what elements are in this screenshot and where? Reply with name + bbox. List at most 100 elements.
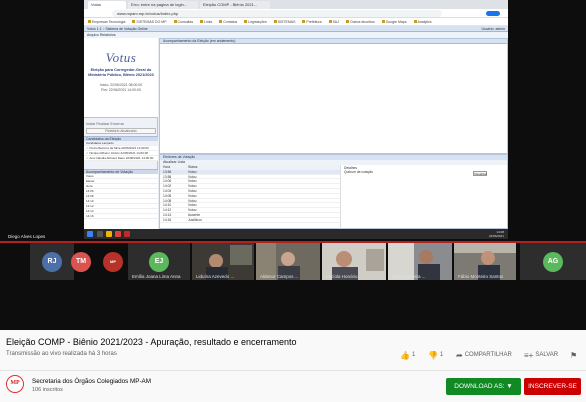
voters-panel: Eleitores da Votação Atualizar Lista Hor… xyxy=(159,154,508,230)
channel-name[interactable]: Secretaria dos Órgãos Colegiados MP-AM xyxy=(32,378,151,385)
bookmark[interactable]: Consultas xyxy=(174,20,194,24)
votus-logo-box: Votus Eleição para Corregedor-Geral do M… xyxy=(84,38,158,118)
bookmark[interactable]: Empresas Tecnologia xyxy=(88,20,125,24)
like-count: 1 xyxy=(411,352,416,358)
bookmark[interactable]: Contatos xyxy=(219,20,237,24)
thumbs-down-icon: 👎 xyxy=(428,350,438,360)
search-icon[interactable] xyxy=(97,231,103,237)
voters-table: Hora Status 13:56 Votou 13:58 Votou 14:00 Vo… xyxy=(160,165,340,223)
participant-name: Liduína Azevedo ... xyxy=(196,274,235,279)
bookmark[interactable]: Prefeitura xyxy=(302,20,321,24)
election-end: Fim: 22/06/2021 14:00:00 xyxy=(101,87,141,92)
subscriber-count: 106 inscritos xyxy=(32,387,63,393)
main-panel-title: Acompanhamento da Eleição (em andamento) xyxy=(160,39,507,44)
url-field[interactable]: www.mpam.mp.br/votus/index.php xyxy=(112,10,442,17)
participant-tile[interactable]: Aldenor Campos ... xyxy=(256,243,320,280)
browser-tab[interactable]: Votus xyxy=(88,1,126,9)
windows-taskbar: 14:08 22/06/2021 xyxy=(84,229,508,239)
like-button[interactable]: 👍 1 xyxy=(400,349,415,361)
participant-name: Emília Joana Lima Anna xyxy=(132,274,181,279)
participant-tile[interactable]: Lucíola Honório ... xyxy=(322,243,386,280)
divider xyxy=(0,370,586,371)
report-button[interactable]: Relatório Atualizado xyxy=(86,128,156,134)
votes-list: Votos Eleitor Hora 14:06 14:08 14:10 14:… xyxy=(84,174,158,229)
share-button[interactable]: ➦ COMPARTILHAR xyxy=(456,349,512,361)
folder-icon[interactable] xyxy=(106,231,112,237)
chrome-icon[interactable] xyxy=(115,231,121,237)
voter-row[interactable]: 14:16 Justificou xyxy=(160,218,340,223)
participant-name: Alda Nogueira ... xyxy=(392,274,426,279)
profile-icon[interactable] xyxy=(486,11,500,16)
participant-tile[interactable]: AG xyxy=(520,243,586,280)
app-user: Usuário: admin xyxy=(481,27,505,31)
flag-icon: ⚑ xyxy=(570,350,578,360)
playlist-add-icon: ≡+ xyxy=(524,350,534,360)
video-info: Eleição COMP - Biênio 2021/2023 - Apuraç… xyxy=(0,330,586,402)
participant-avatar: EJ xyxy=(149,251,169,272)
video-subline: Transmissão ao vivo realizada há 3 horas xyxy=(6,351,117,357)
participant-tile[interactable]: Alda Nogueira ... xyxy=(388,243,452,280)
download-button[interactable]: DOWNLOAD AS: ▼ xyxy=(446,378,521,395)
candidates-table: Candidatos Lançado ✓Pedro Bezerra da Sil… xyxy=(84,141,158,161)
thumbs-up-icon: 👍 xyxy=(400,350,410,360)
video-player[interactable]: Votus Erro: entre na pagina de login... … xyxy=(0,0,586,330)
presenter-name: Diego Alves Lopes xyxy=(8,234,46,239)
candidate-name: Ana Cláudia Abboud Daou 22/06/2021 14:00… xyxy=(89,156,154,160)
election-main-panel: Acompanhamento da Eleição (em andamento) xyxy=(159,38,508,154)
participant-logo-avatar: MP xyxy=(103,251,123,272)
bookmark[interactable]: SISTEMAS DO MP xyxy=(132,20,166,24)
share-label: COMPARTILHAR xyxy=(464,352,512,358)
bookmark[interactable]: Google Maps xyxy=(382,20,407,24)
votus-logo: Votus xyxy=(105,50,137,65)
channel-avatar[interactable] xyxy=(6,375,24,393)
browser-tab[interactable]: Erro: entre na pagina de login... xyxy=(128,1,198,9)
participant-tile[interactable]: Fábio Monteiro Santos xyxy=(454,243,516,280)
check-icon: ✓ xyxy=(86,156,89,160)
shared-screen: Votus Erro: entre na pagina de login... … xyxy=(84,0,508,239)
votes-row: 14:16 xyxy=(84,214,158,219)
candidate-name: Pedro Bezerra da Silva 22/06/2021 14:00:… xyxy=(89,146,149,150)
browser-tab-strip: Votus Erro: entre na pagina de login... … xyxy=(84,0,508,9)
bookmark[interactable]: Links xyxy=(200,20,212,24)
candidate-name: Nicolau Ribeiro Libório 22/06/2021 14:00… xyxy=(89,151,149,155)
share-icon: ➦ xyxy=(456,350,463,360)
election-subtitle: Eleição para Corregedor-Geral do Ministé… xyxy=(88,68,154,77)
bookmark[interactable]: SAJ xyxy=(329,20,339,24)
save-button[interactable]: ≡+ SALVAR xyxy=(524,349,558,361)
participant-name: Lucíola Honório ... xyxy=(326,274,363,279)
bookmark[interactable]: SISTEMAS xyxy=(274,20,296,24)
election-dates: Início: 22/06/2021 08:00:00 Fim: 22/06/2… xyxy=(84,83,158,92)
save-label: SALVAR xyxy=(535,352,559,358)
control-buttons[interactable]: Iniciar Finalizar Encerrar xyxy=(86,122,156,126)
participant-name: Fábio Monteiro Santos xyxy=(458,274,504,279)
participant-name: Aldenor Campos ... xyxy=(260,274,299,279)
detail-button[interactable]: Visualizar xyxy=(473,171,487,176)
participant-gallery: RJ TM MP EJ Emília Joana Lima Anna Liduí… xyxy=(0,243,586,280)
check-icon: ✓ xyxy=(86,151,89,155)
browser-tab[interactable]: Eleição COMP - Biênio 2021... xyxy=(200,1,270,9)
candidate-row[interactable]: ✓Ana Cláudia Abboud Daou 22/06/2021 14:0… xyxy=(84,156,158,161)
votus-app: Votus 1.1 :: Sistema de Votação Online U… xyxy=(84,26,508,230)
app-icon[interactable] xyxy=(124,231,130,237)
bookmark[interactable]: Outros favoritos xyxy=(346,20,375,24)
dislike-button[interactable]: 👎 1 xyxy=(428,349,443,361)
youtube-watch-page: Votus Erro: entre na pagina de login... … xyxy=(0,0,586,402)
participant-avatar: TM xyxy=(71,251,91,272)
election-controls: Iniciar Finalizar Encerrar Relatório Atu… xyxy=(84,120,158,136)
participant-tile[interactable]: EJ Emília Joana Lima Anna xyxy=(128,243,190,280)
clock-date: 22/06/2021 xyxy=(488,234,504,238)
participant-tile[interactable]: Liduína Azevedo ... xyxy=(192,243,254,280)
report-flag-button[interactable]: ⚑ xyxy=(570,349,579,361)
video-title: Eleição COMP - Biênio 2021/2023 - Apuraç… xyxy=(6,337,297,347)
bookmarks-bar: Empresas Tecnologia SISTEMAS DO MP Consu… xyxy=(84,18,508,26)
taskbar-clock: 14:08 22/06/2021 xyxy=(489,230,504,238)
check-icon: ✓ xyxy=(86,146,89,150)
participant-avatar: AG xyxy=(543,251,563,272)
dislike-count: 1 xyxy=(439,352,444,358)
votus-left-panel: Votus Eleição para Corregedor-Geral do M… xyxy=(84,38,158,229)
bookmark[interactable]: Analytics xyxy=(414,20,432,24)
bookmark[interactable]: Legislações xyxy=(244,20,266,24)
browser-address-bar: www.mpam.mp.br/votus/index.php xyxy=(84,9,508,18)
start-icon[interactable] xyxy=(87,231,93,237)
subscribe-button[interactable]: INSCREVER-SE xyxy=(524,378,581,395)
